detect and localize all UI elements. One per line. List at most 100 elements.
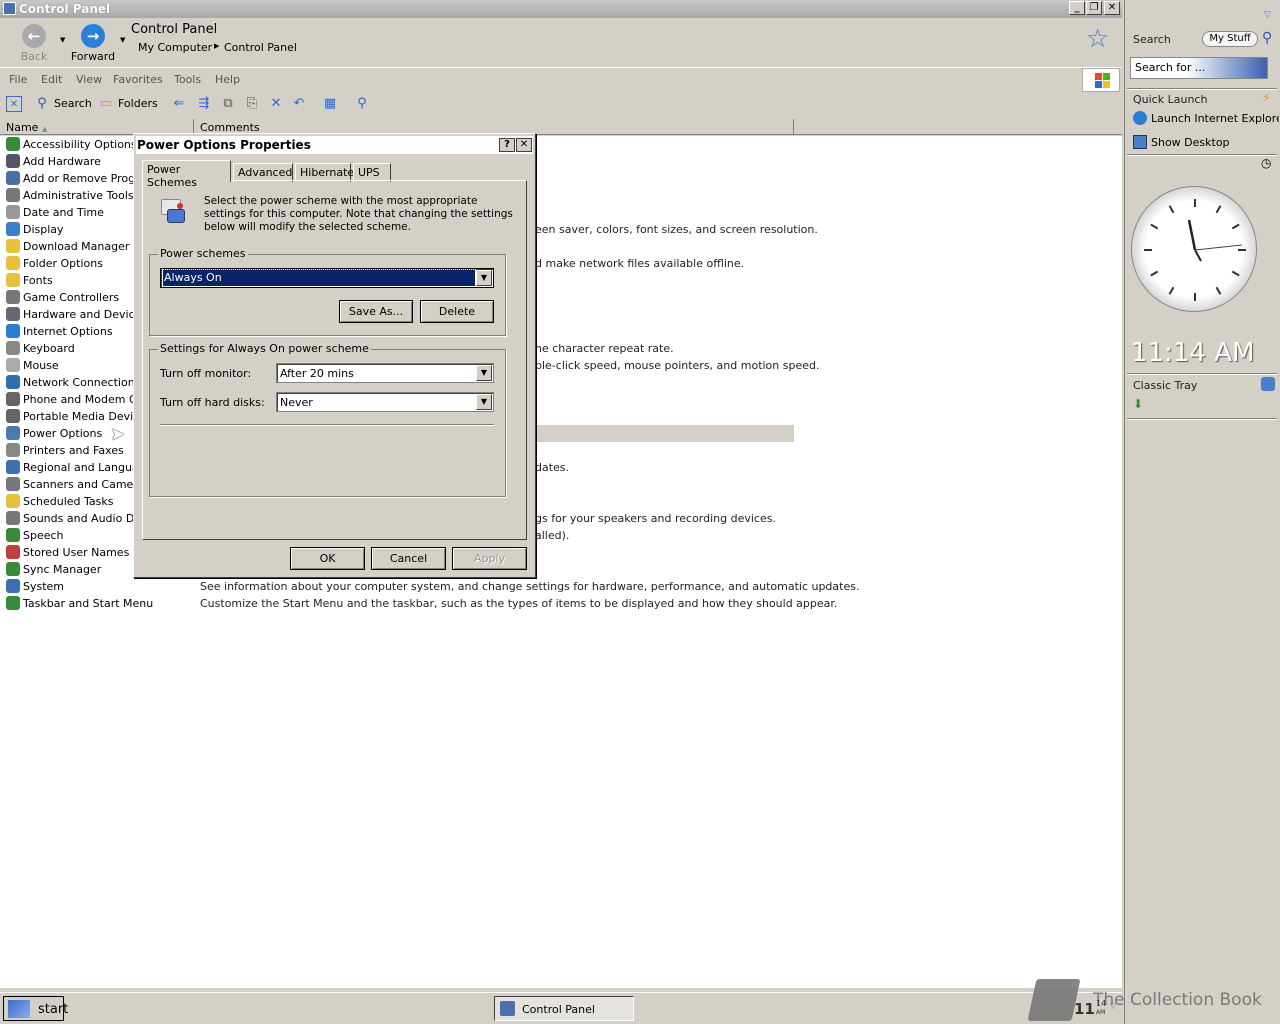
item-icon bbox=[6, 239, 20, 253]
item-icon bbox=[6, 596, 20, 610]
copy-to-icon[interactable]: ⧉ bbox=[220, 96, 236, 112]
power-scheme-value: Always On bbox=[162, 269, 476, 287]
window-title: Control Panel bbox=[19, 2, 111, 16]
back-button[interactable]: ← Back bbox=[18, 24, 50, 63]
power-scheme-select[interactable]: Always On ▼ bbox=[160, 268, 494, 288]
help-button[interactable]: ? bbox=[499, 138, 515, 152]
tray-chevron-icon[interactable]: ▽ bbox=[1110, 1001, 1116, 1010]
item-icon bbox=[6, 579, 20, 593]
comment-folder-options: d make network files available offline. bbox=[535, 257, 745, 270]
cancel-button[interactable]: Cancel bbox=[371, 547, 446, 570]
item-label: Sounds and Audio Dev bbox=[23, 512, 148, 525]
minimize-button[interactable]: _ bbox=[1069, 1, 1085, 15]
search-icon: ⚲ bbox=[37, 96, 47, 111]
back-small-icon[interactable]: ⇐ bbox=[171, 96, 187, 112]
favorite-star-icon[interactable]: ☆ bbox=[1086, 26, 1109, 52]
search-button[interactable]: Search bbox=[54, 97, 92, 110]
dialog-close-button[interactable]: ✕ bbox=[516, 138, 532, 152]
item-label: Network Connections bbox=[23, 376, 141, 389]
chevron-down-icon[interactable]: ▼ bbox=[476, 394, 492, 410]
close-pane-icon[interactable]: ✕ bbox=[6, 96, 22, 112]
monitor-select[interactable]: After 20 mins ▼ bbox=[276, 363, 494, 383]
forward-button[interactable]: → Forward bbox=[70, 24, 116, 63]
paste-icon[interactable]: ⎘ bbox=[244, 96, 260, 112]
item-label: Scheduled Tasks bbox=[23, 495, 114, 508]
hard-disks-label: Turn off hard disks: bbox=[160, 396, 265, 409]
windows-logo-icon bbox=[1082, 68, 1120, 92]
item-icon bbox=[6, 324, 20, 338]
restore-button[interactable]: ❐ bbox=[1086, 1, 1102, 15]
item-label: Printers and Faxes bbox=[23, 444, 124, 457]
item-label: Hardware and Devices bbox=[23, 308, 148, 321]
location-title: Control Panel bbox=[131, 22, 218, 37]
sidebar-menu-icon[interactable]: ▽ bbox=[1264, 10, 1271, 20]
item-icon bbox=[6, 494, 20, 508]
item-icon bbox=[6, 137, 20, 151]
mystuff-button[interactable]: My Stuff bbox=[1202, 31, 1258, 47]
monitor-value: After 20 mins bbox=[280, 367, 354, 380]
digital-time: 11:14 AM bbox=[1131, 338, 1255, 368]
menu-help[interactable]: Help bbox=[215, 73, 240, 86]
safely-remove-icon[interactable]: ⬇ bbox=[1133, 397, 1143, 411]
sidebar-search-input[interactable]: Search for ... bbox=[1130, 57, 1268, 79]
list-item[interactable]: Taskbar and Start Menu bbox=[6, 596, 194, 613]
menu-view[interactable]: View bbox=[76, 73, 102, 86]
zoom-icon[interactable]: ⚲ bbox=[354, 96, 370, 112]
close-button[interactable]: ✕ bbox=[1104, 1, 1120, 15]
ql-show-desktop[interactable]: Show Desktop bbox=[1133, 135, 1279, 149]
back-dropdown-icon[interactable]: ▼ bbox=[60, 36, 65, 44]
folders-icon: ▭ bbox=[99, 96, 113, 111]
chevron-down-icon[interactable]: ▼ bbox=[476, 365, 492, 381]
folders-button[interactable]: Folders bbox=[118, 97, 158, 110]
item-icon bbox=[6, 205, 20, 219]
delete-button[interactable]: Delete bbox=[420, 300, 494, 323]
breadcrumb-my-computer[interactable]: My Computer bbox=[138, 41, 212, 54]
ok-button[interactable]: OK bbox=[290, 547, 365, 570]
menu-tools[interactable]: Tools bbox=[174, 73, 201, 86]
taskbar-item-control-panel[interactable]: Control Panel bbox=[494, 996, 634, 1021]
comment-system: See information about your computer syst… bbox=[200, 580, 860, 593]
window-icon bbox=[3, 2, 16, 15]
delete-icon[interactable]: ✕ bbox=[268, 96, 284, 112]
tab-power-schemes[interactable]: Power Schemes bbox=[142, 160, 231, 189]
window-titlebar[interactable]: Control Panel _ ❐ ✕ bbox=[0, 0, 1122, 18]
search-icon[interactable]: ⚲ bbox=[1262, 30, 1272, 46]
monitor-label: Turn off monitor: bbox=[160, 367, 252, 380]
item-label: Add Hardware bbox=[23, 155, 101, 168]
scheme-settings-label: Settings for Always On power scheme bbox=[158, 342, 371, 355]
item-icon bbox=[6, 545, 20, 559]
list-item[interactable]: System bbox=[6, 579, 194, 596]
menu-file[interactable]: File bbox=[9, 73, 27, 86]
save-as-button[interactable]: Save As... bbox=[339, 300, 413, 323]
tray-settings-icon[interactable] bbox=[1261, 377, 1275, 391]
apply-button[interactable]: Apply bbox=[452, 547, 527, 570]
divider bbox=[1127, 373, 1277, 375]
power-scheme-icon bbox=[157, 195, 189, 227]
analog-clock bbox=[1131, 186, 1257, 312]
comment-mouse: ble-click speed, mouse pointers, and mot… bbox=[535, 359, 820, 372]
internet-explorer-icon bbox=[1133, 111, 1147, 125]
divider bbox=[1127, 154, 1277, 156]
menu-edit[interactable]: Edit bbox=[41, 73, 62, 86]
hard-disks-select[interactable]: Never ▼ bbox=[276, 392, 494, 412]
menu-favorites[interactable]: Favorites bbox=[113, 73, 163, 86]
item-icon bbox=[6, 562, 20, 576]
forward-dropdown-icon[interactable]: ▼ bbox=[120, 36, 125, 44]
forward-arrow-icon: → bbox=[81, 24, 105, 48]
move-to-icon[interactable]: ⇶ bbox=[196, 96, 212, 112]
chevron-down-icon[interactable]: ▼ bbox=[476, 270, 492, 286]
breadcrumb-arrow-icon: ▶ bbox=[214, 42, 220, 50]
item-label: Folder Options bbox=[23, 257, 103, 270]
item-icon bbox=[6, 375, 20, 389]
start-button[interactable]: start bbox=[3, 996, 68, 1021]
views-icon[interactable]: ▦ bbox=[322, 96, 338, 112]
menu-bar: File Edit View Favorites Tools Help bbox=[0, 68, 1122, 92]
item-label: Internet Options bbox=[23, 325, 113, 338]
dialog-titlebar[interactable]: Power Options Properties ? ✕ bbox=[136, 136, 533, 154]
ql-launch-ie[interactable]: Launch Internet Explore bbox=[1133, 111, 1279, 125]
item-label: Accessibility Options bbox=[23, 138, 137, 151]
undo-icon[interactable]: ↶ bbox=[291, 96, 307, 112]
breadcrumb-control-panel[interactable]: Control Panel bbox=[224, 41, 297, 54]
clock-settings-icon[interactable]: ◷ bbox=[1261, 156, 1271, 170]
clock-face-icon bbox=[1144, 199, 1246, 301]
